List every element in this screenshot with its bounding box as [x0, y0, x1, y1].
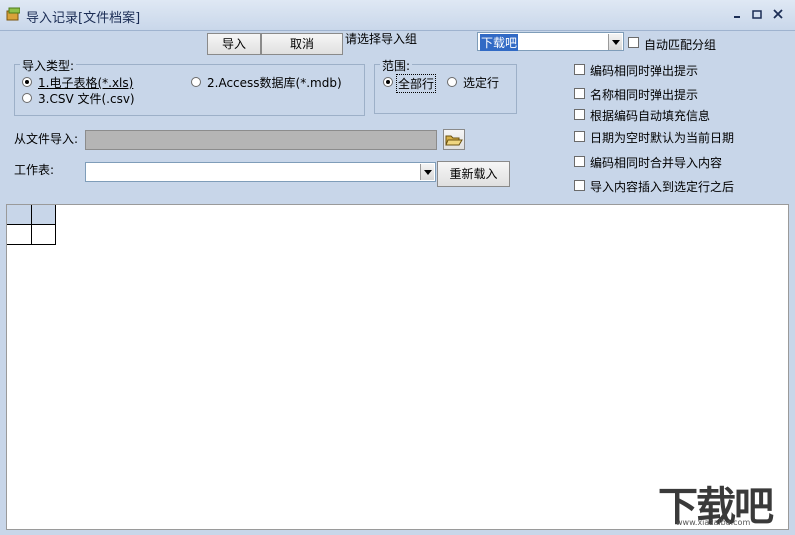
import-button[interactable]: 导入	[207, 33, 261, 55]
grid-cell[interactable]	[32, 225, 56, 245]
worksheet-label: 工作表:	[14, 163, 55, 177]
radio-csv[interactable]	[22, 93, 32, 103]
group-select-label: 请选择导入组	[345, 32, 418, 46]
cancel-button[interactable]: 取消	[261, 33, 343, 55]
radio-xls-label[interactable]: 1.电子表格(*.xls)	[38, 74, 133, 91]
option-checkbox-2[interactable]	[574, 88, 585, 99]
option-label-6: 导入内容插入到选定行之后	[590, 180, 735, 194]
file-import-label: 从文件导入:	[14, 132, 79, 146]
option-checkbox-6[interactable]	[574, 180, 585, 191]
radio-all-rows[interactable]	[383, 77, 393, 87]
option-checkbox-3[interactable]	[574, 109, 585, 120]
radio-selected-rows-label[interactable]: 选定行	[463, 74, 499, 91]
grid-row-header-cell[interactable]	[7, 225, 32, 245]
option-label-5: 编码相同时合并导入内容	[590, 156, 723, 170]
minimize-icon[interactable]	[731, 9, 743, 20]
open-folder-button[interactable]	[443, 129, 465, 150]
chevron-down-icon[interactable]	[420, 164, 434, 180]
group-select-value: 下载吧	[480, 34, 519, 51]
option-label-2: 名称相同时弹出提示	[590, 88, 699, 102]
maximize-icon[interactable]	[751, 9, 763, 20]
option-label-1: 编码相同时弹出提示	[590, 64, 699, 78]
file-path-field[interactable]	[85, 130, 437, 150]
auto-match-label: 自动匹配分组	[644, 38, 717, 52]
option-label-3: 根据编码自动填充信息	[590, 109, 711, 123]
reload-button[interactable]: 重新载入	[437, 161, 510, 187]
app-icon	[6, 7, 20, 21]
grid-corner-cell	[7, 205, 32, 225]
option-checkbox-4[interactable]	[574, 131, 585, 142]
close-icon[interactable]	[772, 9, 784, 20]
radio-csv-label[interactable]: 3.CSV 文件(.csv)	[38, 90, 135, 107]
radio-xls[interactable]	[22, 77, 32, 87]
folder-open-icon	[445, 135, 463, 146]
watermark-url: www.xiazaiba.com	[676, 518, 751, 527]
import-type-legend: 导入类型:	[20, 57, 77, 74]
worksheet-select[interactable]	[85, 162, 436, 182]
radio-selected-rows[interactable]	[447, 77, 457, 87]
option-checkbox-1[interactable]	[574, 64, 585, 75]
window-title: 导入记录[文件档案]	[26, 11, 141, 26]
radio-mdb[interactable]	[191, 77, 201, 87]
chevron-down-icon[interactable]	[608, 34, 622, 50]
auto-match-checkbox[interactable]	[628, 37, 639, 48]
range-legend: 范围:	[380, 57, 413, 74]
group-select[interactable]: 下载吧	[477, 32, 624, 51]
radio-all-rows-label[interactable]: 全部行	[396, 74, 437, 93]
option-checkbox-5[interactable]	[574, 156, 585, 167]
option-label-4: 日期为空时默认为当前日期	[590, 131, 735, 145]
grid-header-cell[interactable]	[32, 205, 56, 225]
radio-mdb-label[interactable]: 2.Access数据库(*.mdb)	[207, 74, 342, 91]
